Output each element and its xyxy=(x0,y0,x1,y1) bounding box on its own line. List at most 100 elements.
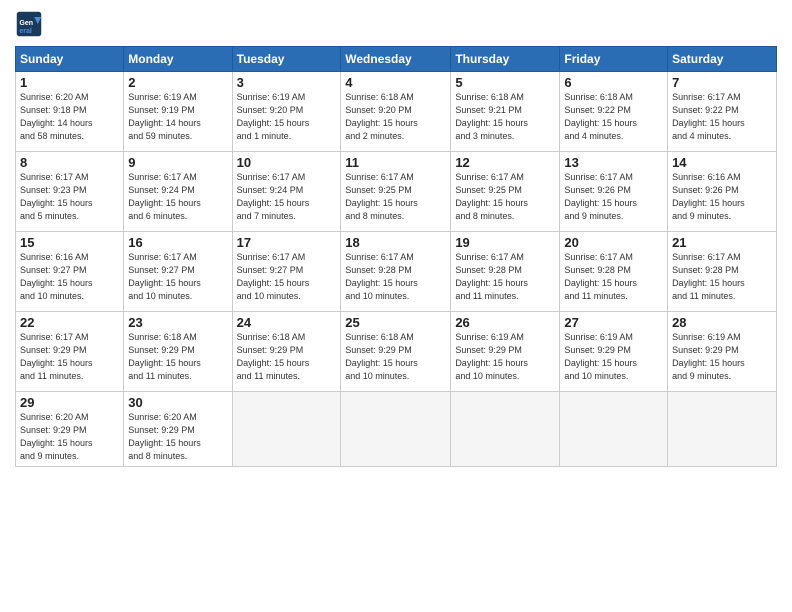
calendar-cell: 20Sunrise: 6:17 AM Sunset: 9:28 PM Dayli… xyxy=(560,232,668,312)
day-info: Sunrise: 6:19 AM Sunset: 9:29 PM Dayligh… xyxy=(564,331,663,383)
calendar-cell: 4Sunrise: 6:18 AM Sunset: 9:20 PM Daylig… xyxy=(341,72,451,152)
calendar-week-1: 1Sunrise: 6:20 AM Sunset: 9:18 PM Daylig… xyxy=(16,72,777,152)
day-number: 1 xyxy=(20,75,119,90)
calendar-cell: 10Sunrise: 6:17 AM Sunset: 9:24 PM Dayli… xyxy=(232,152,341,232)
day-number: 25 xyxy=(345,315,446,330)
col-header-tuesday: Tuesday xyxy=(232,47,341,72)
day-number: 9 xyxy=(128,155,227,170)
calendar-cell: 15Sunrise: 6:16 AM Sunset: 9:27 PM Dayli… xyxy=(16,232,124,312)
day-number: 7 xyxy=(672,75,772,90)
day-info: Sunrise: 6:17 AM Sunset: 9:27 PM Dayligh… xyxy=(128,251,227,303)
calendar-cell: 6Sunrise: 6:18 AM Sunset: 9:22 PM Daylig… xyxy=(560,72,668,152)
calendar-cell: 9Sunrise: 6:17 AM Sunset: 9:24 PM Daylig… xyxy=(124,152,232,232)
calendar-cell: 30Sunrise: 6:20 AM Sunset: 9:29 PM Dayli… xyxy=(124,392,232,467)
day-number: 4 xyxy=(345,75,446,90)
calendar-cell: 12Sunrise: 6:17 AM Sunset: 9:25 PM Dayli… xyxy=(451,152,560,232)
day-number: 24 xyxy=(237,315,337,330)
day-number: 20 xyxy=(564,235,663,250)
calendar-cell: 8Sunrise: 6:17 AM Sunset: 9:23 PM Daylig… xyxy=(16,152,124,232)
day-info: Sunrise: 6:19 AM Sunset: 9:19 PM Dayligh… xyxy=(128,91,227,143)
calendar-cell: 13Sunrise: 6:17 AM Sunset: 9:26 PM Dayli… xyxy=(560,152,668,232)
day-number: 16 xyxy=(128,235,227,250)
col-header-friday: Friday xyxy=(560,47,668,72)
day-info: Sunrise: 6:18 AM Sunset: 9:29 PM Dayligh… xyxy=(237,331,337,383)
day-info: Sunrise: 6:18 AM Sunset: 9:29 PM Dayligh… xyxy=(345,331,446,383)
calendar-cell: 2Sunrise: 6:19 AM Sunset: 9:19 PM Daylig… xyxy=(124,72,232,152)
col-header-monday: Monday xyxy=(124,47,232,72)
calendar-cell: 7Sunrise: 6:17 AM Sunset: 9:22 PM Daylig… xyxy=(668,72,777,152)
calendar-cell: 29Sunrise: 6:20 AM Sunset: 9:29 PM Dayli… xyxy=(16,392,124,467)
day-info: Sunrise: 6:19 AM Sunset: 9:20 PM Dayligh… xyxy=(237,91,337,143)
svg-text:eral: eral xyxy=(19,28,32,35)
day-number: 12 xyxy=(455,155,555,170)
calendar-cell xyxy=(451,392,560,467)
day-info: Sunrise: 6:17 AM Sunset: 9:28 PM Dayligh… xyxy=(564,251,663,303)
calendar-cell: 16Sunrise: 6:17 AM Sunset: 9:27 PM Dayli… xyxy=(124,232,232,312)
calendar-cell: 27Sunrise: 6:19 AM Sunset: 9:29 PM Dayli… xyxy=(560,312,668,392)
calendar-table: SundayMondayTuesdayWednesdayThursdayFrid… xyxy=(15,46,777,467)
page-header: Gen eral xyxy=(15,10,777,38)
day-info: Sunrise: 6:18 AM Sunset: 9:20 PM Dayligh… xyxy=(345,91,446,143)
day-number: 19 xyxy=(455,235,555,250)
calendar-cell: 25Sunrise: 6:18 AM Sunset: 9:29 PM Dayli… xyxy=(341,312,451,392)
calendar-cell: 3Sunrise: 6:19 AM Sunset: 9:20 PM Daylig… xyxy=(232,72,341,152)
day-info: Sunrise: 6:17 AM Sunset: 9:28 PM Dayligh… xyxy=(672,251,772,303)
day-info: Sunrise: 6:19 AM Sunset: 9:29 PM Dayligh… xyxy=(455,331,555,383)
calendar-cell: 18Sunrise: 6:17 AM Sunset: 9:28 PM Dayli… xyxy=(341,232,451,312)
calendar-cell: 23Sunrise: 6:18 AM Sunset: 9:29 PM Dayli… xyxy=(124,312,232,392)
calendar-cell: 14Sunrise: 6:16 AM Sunset: 9:26 PM Dayli… xyxy=(668,152,777,232)
day-number: 26 xyxy=(455,315,555,330)
day-number: 18 xyxy=(345,235,446,250)
day-number: 30 xyxy=(128,395,227,410)
svg-text:Gen: Gen xyxy=(19,20,33,27)
calendar-week-2: 8Sunrise: 6:17 AM Sunset: 9:23 PM Daylig… xyxy=(16,152,777,232)
calendar-cell: 17Sunrise: 6:17 AM Sunset: 9:27 PM Dayli… xyxy=(232,232,341,312)
day-info: Sunrise: 6:17 AM Sunset: 9:24 PM Dayligh… xyxy=(237,171,337,223)
day-info: Sunrise: 6:19 AM Sunset: 9:29 PM Dayligh… xyxy=(672,331,772,383)
col-header-saturday: Saturday xyxy=(668,47,777,72)
day-number: 14 xyxy=(672,155,772,170)
calendar-cell: 19Sunrise: 6:17 AM Sunset: 9:28 PM Dayli… xyxy=(451,232,560,312)
day-number: 6 xyxy=(564,75,663,90)
calendar-cell: 22Sunrise: 6:17 AM Sunset: 9:29 PM Dayli… xyxy=(16,312,124,392)
calendar-cell xyxy=(668,392,777,467)
calendar-cell: 26Sunrise: 6:19 AM Sunset: 9:29 PM Dayli… xyxy=(451,312,560,392)
day-info: Sunrise: 6:17 AM Sunset: 9:27 PM Dayligh… xyxy=(237,251,337,303)
calendar-cell: 21Sunrise: 6:17 AM Sunset: 9:28 PM Dayli… xyxy=(668,232,777,312)
day-number: 23 xyxy=(128,315,227,330)
calendar-week-5: 29Sunrise: 6:20 AM Sunset: 9:29 PM Dayli… xyxy=(16,392,777,467)
day-info: Sunrise: 6:18 AM Sunset: 9:29 PM Dayligh… xyxy=(128,331,227,383)
day-info: Sunrise: 6:17 AM Sunset: 9:25 PM Dayligh… xyxy=(345,171,446,223)
day-number: 15 xyxy=(20,235,119,250)
day-number: 5 xyxy=(455,75,555,90)
day-number: 27 xyxy=(564,315,663,330)
day-number: 11 xyxy=(345,155,446,170)
day-info: Sunrise: 6:18 AM Sunset: 9:22 PM Dayligh… xyxy=(564,91,663,143)
day-info: Sunrise: 6:20 AM Sunset: 9:29 PM Dayligh… xyxy=(20,411,119,463)
day-info: Sunrise: 6:18 AM Sunset: 9:21 PM Dayligh… xyxy=(455,91,555,143)
day-number: 3 xyxy=(237,75,337,90)
col-header-thursday: Thursday xyxy=(451,47,560,72)
day-info: Sunrise: 6:17 AM Sunset: 9:29 PM Dayligh… xyxy=(20,331,119,383)
day-number: 21 xyxy=(672,235,772,250)
day-number: 10 xyxy=(237,155,337,170)
logo-icon: Gen eral xyxy=(15,10,43,38)
day-info: Sunrise: 6:17 AM Sunset: 9:23 PM Dayligh… xyxy=(20,171,119,223)
calendar-cell: 24Sunrise: 6:18 AM Sunset: 9:29 PM Dayli… xyxy=(232,312,341,392)
calendar-cell: 11Sunrise: 6:17 AM Sunset: 9:25 PM Dayli… xyxy=(341,152,451,232)
day-number: 2 xyxy=(128,75,227,90)
day-info: Sunrise: 6:17 AM Sunset: 9:22 PM Dayligh… xyxy=(672,91,772,143)
calendar-cell xyxy=(560,392,668,467)
day-number: 29 xyxy=(20,395,119,410)
calendar-header-row: SundayMondayTuesdayWednesdayThursdayFrid… xyxy=(16,47,777,72)
day-info: Sunrise: 6:17 AM Sunset: 9:26 PM Dayligh… xyxy=(564,171,663,223)
day-info: Sunrise: 6:20 AM Sunset: 9:29 PM Dayligh… xyxy=(128,411,227,463)
day-info: Sunrise: 6:16 AM Sunset: 9:26 PM Dayligh… xyxy=(672,171,772,223)
day-info: Sunrise: 6:17 AM Sunset: 9:25 PM Dayligh… xyxy=(455,171,555,223)
day-info: Sunrise: 6:17 AM Sunset: 9:28 PM Dayligh… xyxy=(345,251,446,303)
calendar-week-4: 22Sunrise: 6:17 AM Sunset: 9:29 PM Dayli… xyxy=(16,312,777,392)
col-header-wednesday: Wednesday xyxy=(341,47,451,72)
calendar-cell: 1Sunrise: 6:20 AM Sunset: 9:18 PM Daylig… xyxy=(16,72,124,152)
day-info: Sunrise: 6:20 AM Sunset: 9:18 PM Dayligh… xyxy=(20,91,119,143)
col-header-sunday: Sunday xyxy=(16,47,124,72)
